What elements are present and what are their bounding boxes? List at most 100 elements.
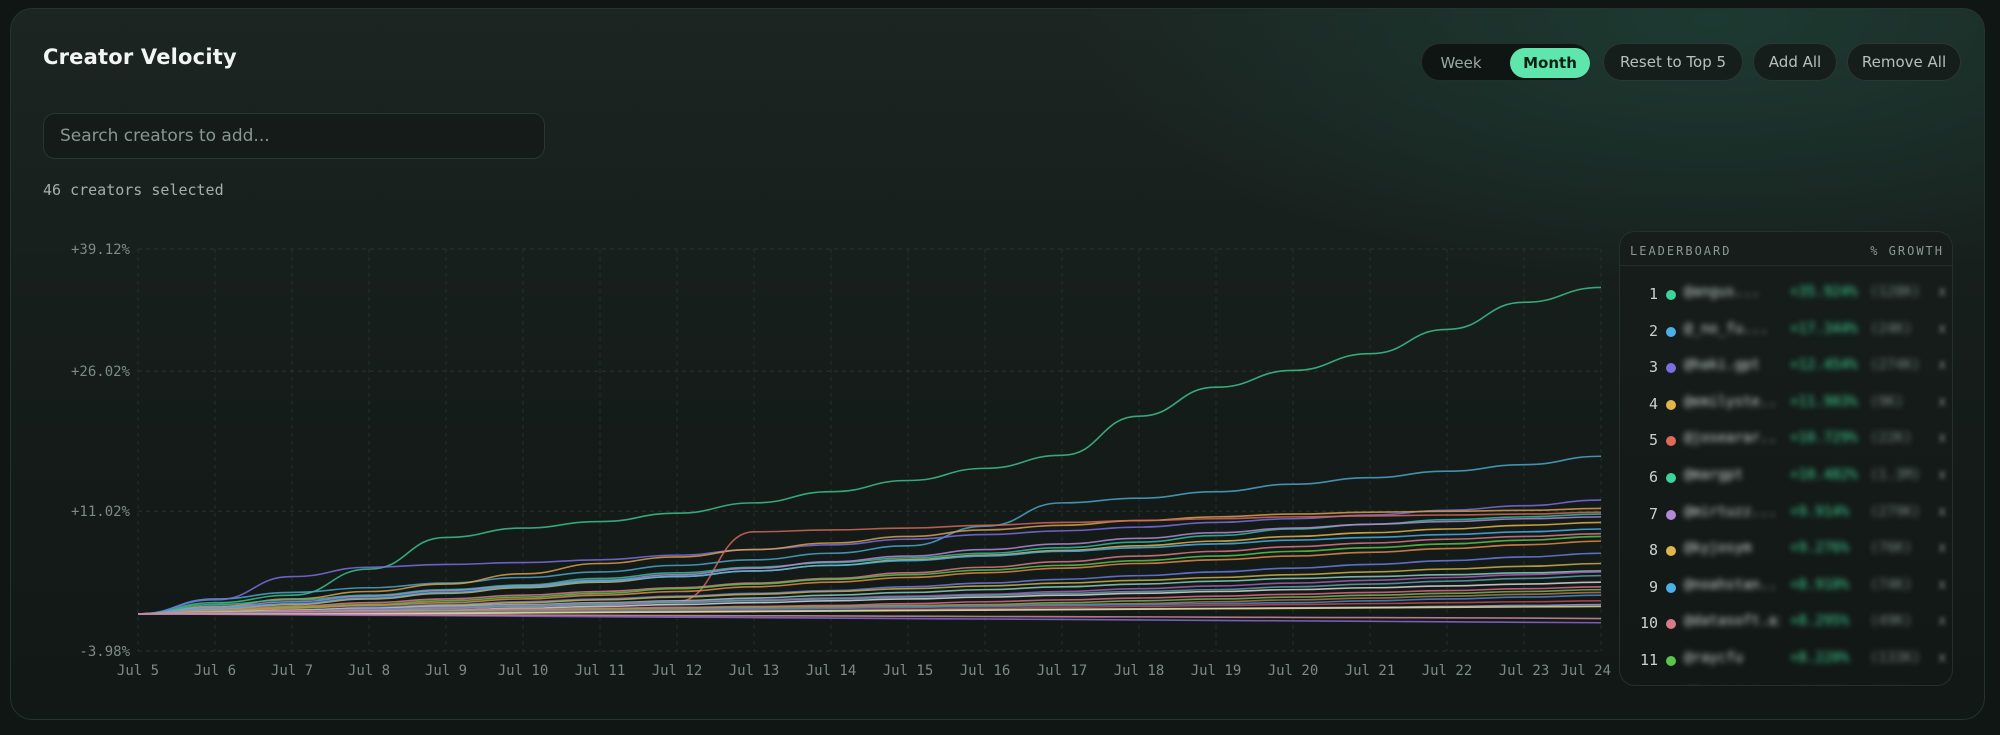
creator-color-dot xyxy=(1666,290,1676,300)
creator-color-dot xyxy=(1666,436,1676,447)
leaderboard-rank: 1 xyxy=(1648,285,1658,303)
x-tick-label: Jul 19 xyxy=(1191,663,1242,679)
creator-name: @datasoft.ai xyxy=(1684,613,1780,630)
series-lines xyxy=(137,286,1602,624)
leaderboard-row[interactable]: 11 @raycfu +8.220% (133K) x xyxy=(1620,642,1952,678)
x-tick-label: Jul 15 xyxy=(883,663,934,679)
leaderboard-row[interactable]: 1 @angus... +35.924% (128K) x xyxy=(1620,276,1952,312)
creator-name: @kyjosym xyxy=(1684,540,1752,557)
creator-growth: +10.729% xyxy=(1790,430,1858,447)
leaderboard-row[interactable]: 6 @margpt +10.482% (1.3M) x xyxy=(1620,459,1952,495)
leaderboard-row[interactable]: 4 @emilyste... +11.903% (9K) x xyxy=(1620,386,1952,422)
series-line xyxy=(137,532,1602,615)
leaderboard-rank: 5 xyxy=(1648,431,1658,450)
growth-line-chart: +39.12%+26.02%+11.02%-3.98% Jul 5 Jul 6 Ju… xyxy=(71,242,1611,679)
creator-name: @mirtuzz... xyxy=(1684,503,1777,520)
x-tick-label: Jul 5 xyxy=(117,663,159,679)
x-tick-label: Jul 18 xyxy=(1114,663,1165,679)
creator-subscribers: (1.3M) xyxy=(1870,467,1921,483)
remove-creator-icon[interactable]: x xyxy=(1938,321,1946,337)
creator-name: @margpt xyxy=(1684,467,1744,483)
creator-subscribers: (24K) xyxy=(1870,320,1913,337)
creator-color-dot xyxy=(1666,546,1676,557)
creator-growth: +12.454% xyxy=(1790,357,1858,374)
creator-subscribers: (76K) xyxy=(1870,540,1913,557)
remove-creator-icon[interactable]: x xyxy=(1938,504,1946,520)
creator-subscribers: (49K) xyxy=(1870,613,1913,630)
period-toggle: Week Month xyxy=(1421,43,1591,81)
page-title: Creator Velocity xyxy=(43,45,237,69)
creator-subscribers: (9K) xyxy=(1870,393,1904,410)
x-tick-label: Jul 6 xyxy=(194,663,236,679)
week-toggle-button[interactable]: Week xyxy=(1428,48,1494,78)
x-axis: Jul 5 Jul 6 Jul 7 Jul 8 Jul 9 Jul 10 Jul 11 Jul… xyxy=(117,663,1611,679)
remove-creator-icon[interactable]: x xyxy=(1938,284,1946,300)
leaderboard-row[interactable]: 7 @mirtuzz... +9.914% (279K) x xyxy=(1620,496,1952,532)
leaderboard-row[interactable]: 2 @_no_fu... +17.344% (24K) x xyxy=(1620,313,1952,349)
leaderboard-row[interactable]: 10 @datasoft.ai +8.295% (49K) x xyxy=(1620,605,1952,641)
x-tick-label: Jul 16 xyxy=(960,663,1011,679)
leaderboard-row[interactable]: 3 @haki.gpt +12.454% (274K) x xyxy=(1620,349,1952,385)
leaderboard-row[interactable]: 8 @kyjosym +9.276% (76K) x xyxy=(1620,532,1952,568)
remove-creator-icon[interactable]: x xyxy=(1938,357,1946,373)
remove-creator-icon[interactable]: x xyxy=(1938,540,1946,556)
x-tick-label: Jul 22 xyxy=(1422,663,1473,679)
creator-growth: +9.914% xyxy=(1790,503,1850,520)
remove-all-button[interactable]: Remove All xyxy=(1847,43,1961,81)
creator-velocity-card: Creator Velocity Week Month Reset to Top… xyxy=(10,8,1985,720)
x-tick-label: Jul 11 xyxy=(575,663,626,679)
x-tick-label: Jul 8 xyxy=(348,663,390,679)
month-toggle-button[interactable]: Month xyxy=(1510,48,1590,78)
remove-creator-icon[interactable]: x xyxy=(1938,467,1946,483)
leaderboard-rank: 10 xyxy=(1639,614,1658,633)
x-tick-label: Jul 14 xyxy=(806,663,857,679)
x-tick-label: Jul 21 xyxy=(1345,663,1396,679)
x-tick-label: Jul 20 xyxy=(1268,663,1319,679)
creator-color-dot xyxy=(1666,473,1676,483)
leaderboard-rank: 8 xyxy=(1648,541,1658,560)
creator-growth: +10.482% xyxy=(1790,467,1858,483)
x-tick-label: Jul 24 xyxy=(1560,663,1611,679)
x-tick-label: Jul 23 xyxy=(1499,663,1550,679)
leaderboard-panel: LEADERBOARD % GROWTH 1 @angus... +35.924% (… xyxy=(1619,231,1953,686)
creator-name: @angus... xyxy=(1684,284,1760,300)
creator-growth: +35.924% xyxy=(1790,284,1858,300)
x-tick-label: Jul 7 xyxy=(271,663,313,679)
leaderboard-rank: 7 xyxy=(1648,504,1658,523)
creator-name: @emilyste... xyxy=(1684,393,1780,410)
leaderboard-row[interactable]: 9 @noahstan... +8.910% (74K) x xyxy=(1620,569,1952,605)
x-tick-label: Jul 10 xyxy=(498,663,549,679)
creator-color-dot xyxy=(1666,326,1676,337)
creator-color-dot xyxy=(1666,619,1676,630)
remove-creator-icon[interactable]: x xyxy=(1938,650,1946,666)
leaderboard-header: LEADERBOARD % GROWTH xyxy=(1620,232,1952,266)
creator-subscribers: (279K) xyxy=(1870,503,1921,520)
reset-top5-button[interactable]: Reset to Top 5 xyxy=(1603,43,1743,81)
creator-subscribers: (74K) xyxy=(1870,576,1913,593)
leaderboard-title: LEADERBOARD xyxy=(1630,244,1732,258)
creator-growth: +8.220% xyxy=(1790,650,1850,666)
selected-count: 46 creators selected xyxy=(43,181,224,199)
y-tick-label: -3.98% xyxy=(79,644,130,660)
leaderboard-row[interactable]: 12@lindadod...+7.783%(55K)x xyxy=(1620,679,1952,685)
x-tick-label: Jul 12 xyxy=(652,663,703,679)
creator-growth: +8.910% xyxy=(1790,576,1850,593)
creator-search-input[interactable] xyxy=(43,113,545,159)
add-all-button[interactable]: Add All xyxy=(1753,43,1837,81)
creator-subscribers: (22K) xyxy=(1870,430,1913,447)
creator-growth: +17.344% xyxy=(1790,320,1858,337)
leaderboard-rank: 9 xyxy=(1648,577,1658,596)
creator-color-dot xyxy=(1666,399,1676,410)
x-tick-label: Jul 9 xyxy=(425,663,467,679)
remove-creator-icon[interactable]: x xyxy=(1938,613,1946,629)
remove-creator-icon[interactable]: x xyxy=(1938,577,1946,593)
creator-growth: +11.903% xyxy=(1790,393,1858,410)
x-tick-label: Jul 13 xyxy=(729,663,780,679)
leaderboard-row[interactable]: 5 @josearar... +10.729% (22K) x xyxy=(1620,422,1952,458)
creator-name: @_no_fu... xyxy=(1684,320,1769,337)
remove-creator-icon[interactable]: x xyxy=(1938,394,1946,410)
creator-name: @noahstan... xyxy=(1684,576,1780,593)
creator-color-dot xyxy=(1666,509,1676,520)
remove-creator-icon[interactable]: x xyxy=(1938,430,1946,446)
creator-name: @haki.gpt xyxy=(1684,357,1760,374)
